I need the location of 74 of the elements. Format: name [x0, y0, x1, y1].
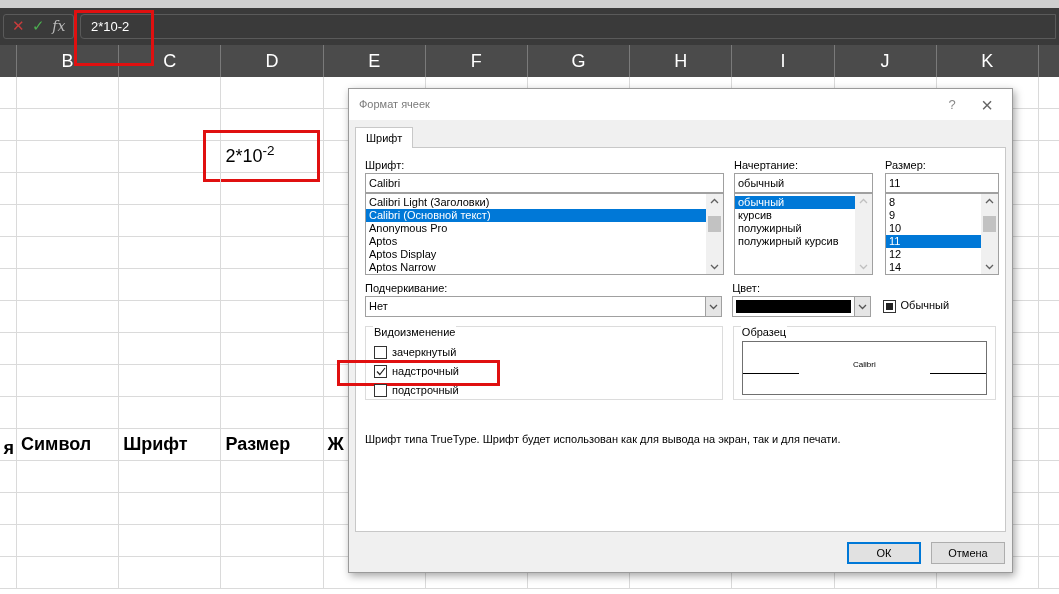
checkbox[interactable]: [374, 384, 387, 397]
list-item[interactable]: Aptos: [366, 235, 706, 248]
window-title: Формат ячеек: [359, 97, 431, 113]
table-cell-text: Ж: [327, 433, 344, 456]
list-item[interactable]: полужирный курсив: [735, 235, 855, 248]
list-item[interactable]: 8: [886, 196, 981, 209]
scrollbar-thumb[interactable]: [708, 216, 721, 232]
list-item[interactable]: 14: [886, 261, 981, 274]
column-header[interactable]: I: [732, 45, 835, 77]
list-item[interactable]: курсив: [735, 209, 855, 222]
list-item[interactable]: 10: [886, 222, 981, 235]
list-item[interactable]: полужирный: [735, 222, 855, 235]
column-header[interactable]: H: [630, 45, 733, 77]
style-label: Начертание:: [734, 158, 799, 173]
chevron-up-icon[interactable]: [985, 198, 994, 204]
underline-dropdown[interactable]: Нет: [365, 296, 723, 317]
preview-text: Calibri: [853, 359, 876, 371]
table-cell-text: Размер: [225, 433, 291, 456]
column-header[interactable]: E: [323, 45, 426, 77]
checkbox-label: зачеркнутый: [392, 345, 457, 361]
size-field[interactable]: 11: [885, 173, 999, 193]
list-item[interactable]: 12: [886, 248, 981, 261]
list-item[interactable]: обычный: [735, 196, 855, 209]
style-field[interactable]: обычный: [734, 173, 873, 193]
chevron-down-icon[interactable]: [709, 303, 719, 310]
scrollbar[interactable]: [981, 194, 998, 274]
list-item[interactable]: Calibri (Основной текст): [366, 209, 706, 222]
close-button[interactable]: ×: [972, 94, 1002, 115]
column-header[interactable]: D: [221, 45, 324, 77]
column-header[interactable]: G: [527, 45, 631, 77]
column-header[interactable]: J: [834, 45, 937, 77]
chevron-up-icon[interactable]: [710, 198, 719, 204]
list-item[interactable]: Calibri Light (Заголовки): [366, 196, 706, 209]
checkbox[interactable]: [374, 346, 387, 359]
checkmark-icon: [375, 367, 386, 376]
table-cell-text: 2*10$^{-2}$: [225, 143, 275, 168]
checkbox-label: Обычный: [900, 297, 950, 313]
column-header[interactable]: B: [17, 45, 120, 77]
font-description: Шрифт типа TrueType. Шрифт будет использован как для вывода на экран, так и для печати.: [365, 432, 842, 447]
list-item[interactable]: Aptos Display: [366, 248, 706, 261]
enter-button[interactable]: ✓: [31, 15, 45, 38]
group-title: Образец: [740, 324, 788, 341]
chevron-down-icon[interactable]: [710, 264, 719, 270]
checkbox-label: надстрочный: [392, 364, 459, 380]
dialog-button[interactable]: ОК: [847, 542, 921, 564]
size-label: Размер:: [885, 158, 927, 173]
list-item[interactable]: Anonymous Pro: [366, 222, 706, 235]
scrollbar[interactable]: [706, 194, 723, 274]
table-cell-text: Символ: [21, 433, 92, 456]
column-header[interactable]: F: [425, 45, 528, 77]
list-item[interactable]: 11: [886, 235, 981, 248]
help-button[interactable]: ?: [932, 94, 972, 115]
underline-label: Подчеркивание:: [365, 281, 449, 296]
formula-field[interactable]: 2*10-2: [80, 14, 1056, 39]
font-field[interactable]: Calibri: [365, 173, 724, 193]
list-item[interactable]: Aptos Narrow: [366, 261, 706, 274]
group-title: Видоизменение: [373, 324, 457, 341]
checkbox-label: подстрочный: [392, 383, 459, 399]
table-cell-text: я: [3, 437, 14, 460]
chevron-down-icon[interactable]: [985, 264, 994, 270]
column-header[interactable]: C: [119, 45, 222, 77]
list-item[interactable]: 9: [886, 209, 981, 222]
function-button[interactable]: fx: [52, 16, 66, 37]
column-header[interactable]: K: [936, 45, 1039, 77]
font-label: Шрифт:: [365, 158, 406, 173]
checkbox[interactable]: [374, 365, 387, 378]
color-label: Цвет:: [732, 281, 761, 296]
checkbox[interactable]: [882, 300, 896, 313]
tab[interactable]: Шрифт: [355, 127, 414, 148]
color-dropdown[interactable]: [732, 296, 871, 317]
table-cell-text: Шрифт: [123, 433, 188, 456]
dialog-button[interactable]: Отмена: [931, 542, 1005, 564]
chevron-down-icon[interactable]: [857, 303, 867, 310]
scrollbar-thumb[interactable]: [983, 216, 996, 232]
